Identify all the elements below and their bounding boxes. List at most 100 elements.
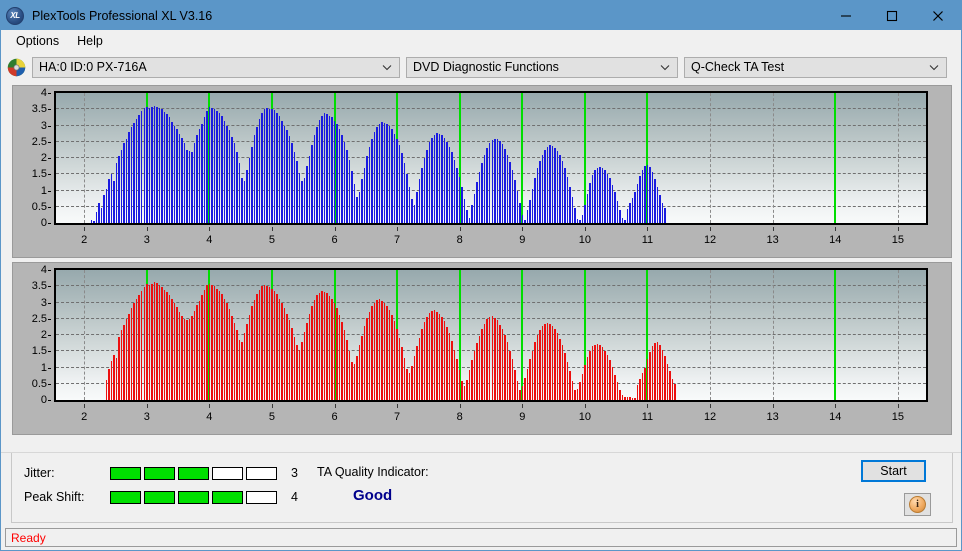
chart-bar <box>659 195 661 223</box>
chart-bar <box>469 218 471 223</box>
chart-bar <box>401 347 403 400</box>
chart-bar <box>562 161 564 223</box>
chart-bar <box>587 194 589 223</box>
chart-bar <box>96 212 98 223</box>
y-axis-tick-label: 1 <box>41 362 47 374</box>
chart-bar <box>494 318 496 400</box>
x-axis-tick <box>209 404 210 408</box>
chart-bar <box>108 369 110 400</box>
chart-bar <box>537 168 539 223</box>
chart-bar <box>254 300 256 400</box>
chart-bar <box>429 142 431 223</box>
chart-bar <box>642 373 644 400</box>
chart-bar <box>121 150 123 223</box>
chart-bar <box>592 346 594 400</box>
chart-bar <box>209 284 211 400</box>
x-axis-tick-label: 2 <box>81 234 87 246</box>
peak-shift-chart-plot <box>54 268 928 402</box>
menu-item-options[interactable]: Options <box>7 32 68 50</box>
chart-bar <box>359 345 361 400</box>
x-axis-tick-label: 4 <box>206 411 212 423</box>
chart-bar <box>634 398 636 400</box>
function-group-select[interactable]: DVD Diagnostic Functions <box>406 57 678 78</box>
x-axis-tick <box>522 404 523 408</box>
chart-bar <box>319 293 321 400</box>
x-axis-tick <box>835 404 836 408</box>
chart-bar <box>379 299 381 400</box>
chart-bar <box>542 155 544 223</box>
x-axis-tick-label: 7 <box>394 411 400 423</box>
x-axis-tick-label: 4 <box>206 234 212 246</box>
test-select[interactable]: Q-Check TA Test <box>684 57 947 78</box>
chart-bar <box>136 299 138 400</box>
chart-bar <box>234 323 236 400</box>
x-axis-tick <box>209 227 210 231</box>
chart-bar <box>481 329 483 400</box>
menu-item-help[interactable]: Help <box>68 32 112 50</box>
chart-bar <box>461 381 463 401</box>
status-text: Ready <box>11 531 46 545</box>
chart-bar <box>519 390 521 400</box>
y-axis-tick-label: 2 <box>41 152 47 164</box>
chart-bar <box>126 319 128 400</box>
drive-select[interactable]: HA:0 ID:0 PX-716A <box>32 57 400 78</box>
chart-bar <box>154 106 156 223</box>
y-axis-tick <box>48 158 51 159</box>
gridline-horizontal <box>56 285 926 286</box>
chart-bar <box>191 152 193 224</box>
chart-bar <box>316 127 318 223</box>
close-icon[interactable] <box>915 1 961 30</box>
test-select-value: Q-Check TA Test <box>691 60 784 74</box>
chart-bar <box>637 184 639 223</box>
y-axis-tick <box>48 207 51 208</box>
info-button[interactable]: i <box>904 493 931 516</box>
chart-bar <box>239 340 241 400</box>
drive-select-value: HA:0 ID:0 PX-716A <box>39 60 147 74</box>
chart-bar <box>161 287 163 400</box>
chart-bar <box>326 293 328 400</box>
results-footer: Jitter: 3 Peak Shift: 4 TA Quality Indic… <box>1 452 961 528</box>
y-axis-tick-label: 4 <box>41 87 47 99</box>
x-axis-tick-label: 8 <box>457 234 463 246</box>
chart-bar <box>194 143 196 223</box>
chart-bar <box>376 300 378 400</box>
chart-bar <box>336 308 338 400</box>
chart-bar <box>133 303 135 400</box>
chart-bar <box>128 132 130 223</box>
start-button[interactable]: Start <box>861 460 926 482</box>
chart-bar <box>236 330 238 400</box>
x-axis-tick-label: 12 <box>704 234 716 246</box>
gridline-vertical <box>710 270 711 400</box>
chart-bar <box>231 137 233 223</box>
chart-bar <box>464 386 466 400</box>
app-icon: XL <box>6 7 24 25</box>
chart-bar <box>266 108 268 223</box>
meter-segment <box>246 467 277 480</box>
chart-bar <box>239 163 241 223</box>
chart-bar <box>224 121 226 223</box>
chart-bar <box>587 357 589 400</box>
chart-bar <box>519 203 521 223</box>
chart-bar <box>108 179 110 223</box>
chart-bar <box>126 139 128 224</box>
chart-bar <box>354 184 356 223</box>
chart-bar <box>226 126 228 224</box>
meter-segment <box>212 491 243 504</box>
chart-bar <box>497 139 499 223</box>
chart-bar <box>106 189 108 223</box>
jitter-chart-y-axis: 00.511.522.533.54 <box>13 91 51 225</box>
chart-bar <box>219 113 221 223</box>
window-controls <box>823 1 961 30</box>
maximize-icon[interactable] <box>869 1 915 30</box>
chart-bar <box>499 141 501 223</box>
chart-bar <box>652 172 654 223</box>
chart-bar <box>662 203 664 223</box>
chart-bar <box>451 152 453 223</box>
chart-bar <box>609 360 611 400</box>
minimize-icon[interactable] <box>823 1 869 30</box>
chart-bar <box>654 179 656 223</box>
y-axis-tick-label: 4 <box>41 264 47 276</box>
x-axis-tick <box>84 404 85 408</box>
chart-bar <box>309 156 311 223</box>
chart-bar <box>454 350 456 400</box>
